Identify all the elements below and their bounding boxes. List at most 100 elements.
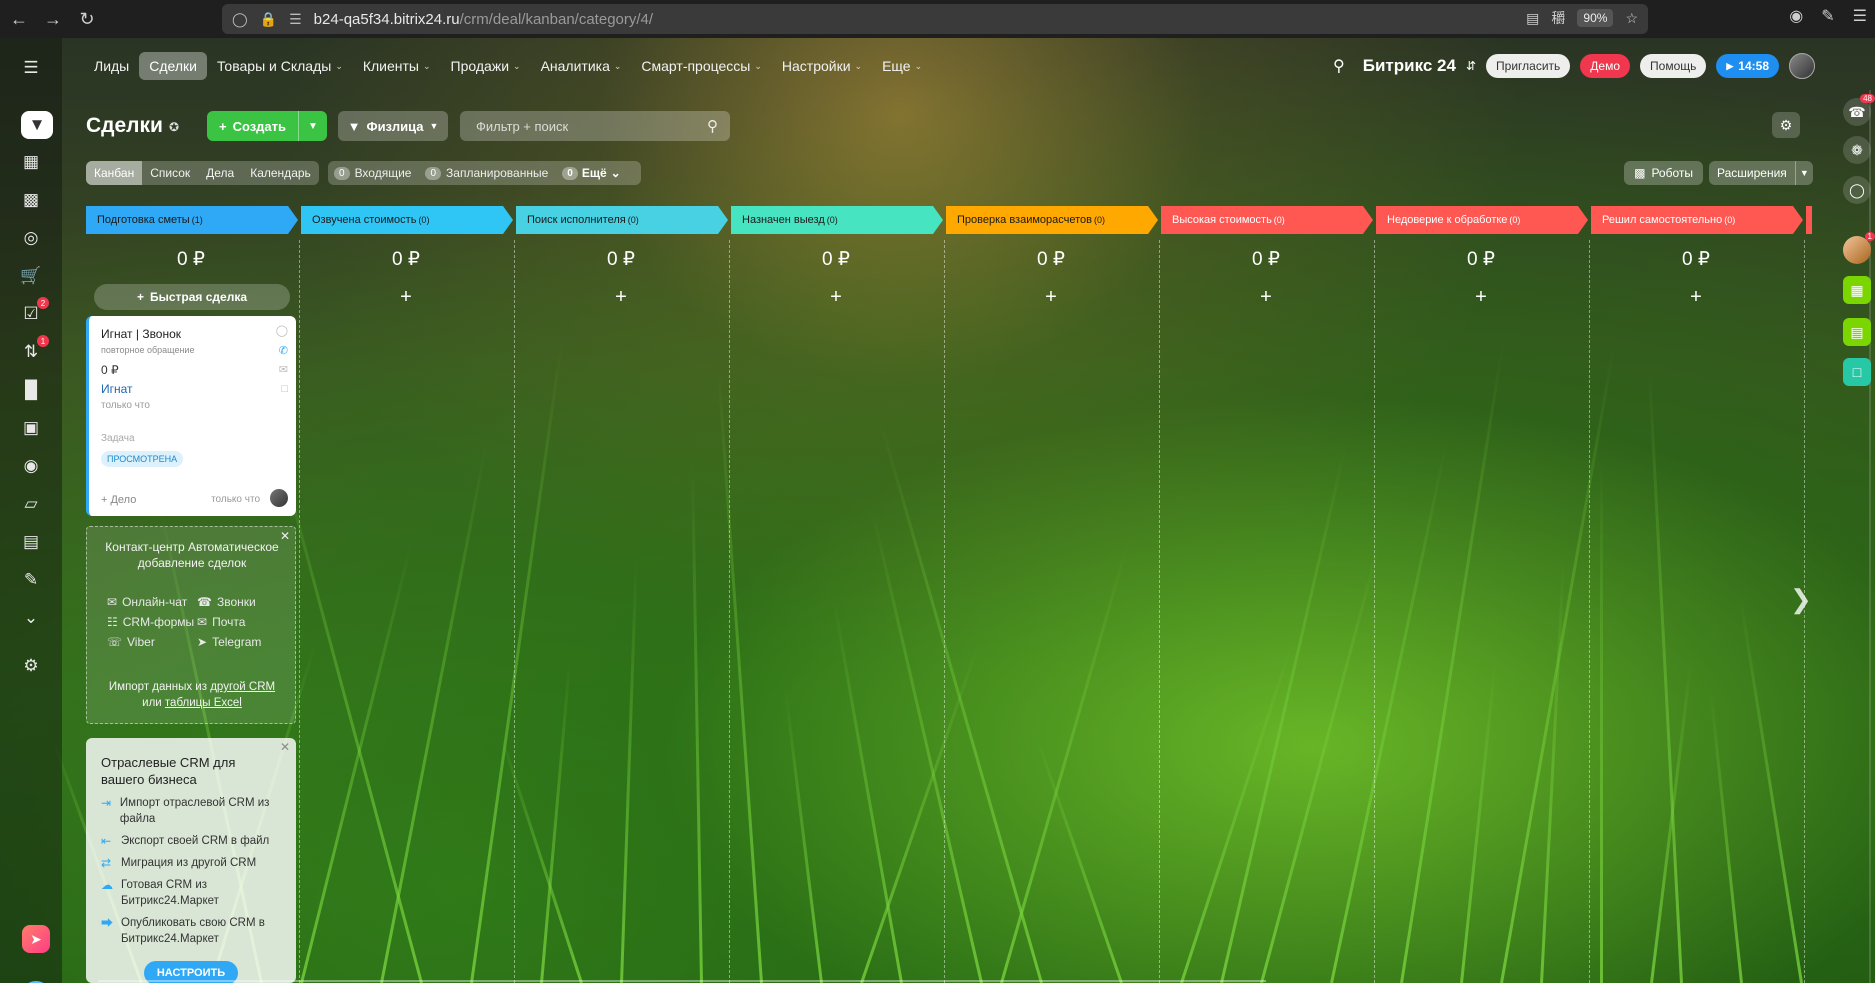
chevron-down-icon[interactable]: ▼ [1796,168,1813,178]
crm-funnel-icon[interactable]: ▼ [21,111,53,139]
contact-avatar[interactable]: 1 [1843,232,1875,264]
address-bar[interactable]: ◯ 🔒 ☰ b24-qa5f34.bitrix24.ru/crm/deal/ka… [222,4,1648,34]
processes-icon[interactable]: ⇅ 1 [19,335,49,364]
bookmark-star-icon[interactable]: ☆ [1625,10,1638,27]
channel-item[interactable]: ✉ Онлайн-чат [107,595,197,609]
view-tab[interactable]: Список [142,161,198,185]
copilot-icon[interactable]: ❁ [1843,136,1871,164]
quick-deal-button[interactable]: + Быстрая сделка [94,284,290,310]
industry-crm-item[interactable]: ☁ Готовая CRM из Битрикс24.Маркет [101,877,291,909]
bookmark-icon[interactable]: □ [1843,358,1871,386]
channel-item[interactable]: ☏ Viber [107,635,197,649]
back-icon[interactable]: ← [4,4,34,34]
stage-header[interactable]: Решил самостоятельно (0) [1591,206,1803,234]
translate-icon[interactable]: 穱 [1551,8,1565,28]
create-button-label[interactable]: + Создать [207,119,298,134]
industry-crm-item[interactable]: ⇤ Экспорт своей CRM в файл [101,833,291,849]
mail-icon[interactable]: ✉ [279,363,288,376]
add-deal-plus-icon[interactable]: + [1161,286,1371,309]
reload-icon[interactable]: ↻ [72,4,102,34]
phone-icon[interactable]: ✆ [279,344,288,357]
account-icon[interactable]: ◉ [1789,6,1803,26]
help-button[interactable]: Помощь [1640,54,1707,78]
topmenu-item[interactable]: Еще ⌄ [872,52,932,80]
topmenu-item[interactable]: Сделки [139,52,207,80]
channel-item[interactable]: ➤ Telegram [197,635,287,649]
create-dropdown-icon[interactable]: ▼ [299,121,327,132]
import-other-crm-link[interactable]: другой CRM [210,681,275,693]
add-deal-plus-icon[interactable]: + [731,286,941,309]
stage-header[interactable]: Недоверие к обработке (0) [1376,206,1588,234]
calendar-icon[interactable]: ▦ [19,150,43,174]
demo-button[interactable]: Демо [1580,54,1631,78]
category-select[interactable]: ▼ Физлица ▼ [338,111,448,141]
pin-icon[interactable]: ✪ [169,120,179,134]
create-button[interactable]: + Создать ▼ [207,111,327,141]
add-deal-plus-icon[interactable]: + [1591,286,1801,309]
topmenu-item[interactable]: Лиды [84,52,139,80]
sign-icon[interactable]: ✎ [19,568,43,592]
tasks-icon[interactable]: ☑ 2 [19,297,49,326]
open-lines-icon[interactable]: ▤ [1843,318,1871,346]
extensions-icon[interactable]: ✎ [1821,6,1834,26]
target-icon[interactable]: ◎ [19,226,43,250]
topmenu-item[interactable]: Товары и Склады ⌄ [207,52,353,80]
chevron-right-icon[interactable]: ❯ [1790,584,1812,615]
topmenu-item[interactable]: Смарт-процессы ⌄ [631,52,771,80]
deal-card[interactable]: Игнат | Звонок повторное обращение 0 ₽ И… [86,316,296,516]
chat-icon[interactable]: ◯ [1843,176,1871,204]
topmenu-item[interactable]: Аналитика ⌄ [531,52,632,80]
bell-icon[interactable]: ☎ 48 [1843,94,1875,126]
extensions-button[interactable]: Расширения ▼ [1709,161,1813,185]
horizontal-scrollbar[interactable] [98,980,1266,982]
stage-header[interactable]: Подготовка сметы (1) [86,206,298,234]
close-icon[interactable]: ✕ [280,740,290,754]
view-tab[interactable]: Дела [198,161,242,185]
bitrix24-logo[interactable]: Битрикс 24 [1363,56,1456,76]
zoom-level[interactable]: 90% [1577,9,1614,27]
channel-item[interactable]: ☷ CRM-формы [107,615,197,629]
channel-item[interactable]: ✉ Почта [197,615,287,629]
deal-title[interactable]: Игнат | Звонок [101,327,181,341]
topmenu-item[interactable]: Клиенты ⌄ [353,52,441,80]
stage-header[interactable]: Назначен выезд (0) [731,206,943,234]
filter-search-input[interactable]: Фильтр + поиск ⚲ [460,111,730,141]
profile-avatar[interactable] [1789,53,1815,79]
chat-bubble-icon[interactable]: □ [281,383,288,395]
stage-header[interactable]: Озвучена стоимость (0) [301,206,513,234]
next-stage-edge[interactable] [1806,206,1812,234]
stage-header[interactable]: Проверка взаиморасчетов (0) [946,206,1158,234]
add-deal-plus-icon[interactable]: + [516,286,726,309]
kanban-settings-gear-icon[interactable]: ⚙ [1772,112,1800,138]
import-excel-link[interactable]: таблицы Excel [165,697,242,709]
view-tab[interactable]: Календарь [242,161,319,185]
counter-item[interactable]: 0 Ещё ⌄ [562,166,621,180]
rocket-icon[interactable]: ➤ [22,925,50,953]
contact-center-icon[interactable]: ▣ [19,416,43,440]
responsible-avatar[interactable] [270,489,288,507]
invite-button[interactable]: Пригласить [1486,54,1571,78]
industry-crm-item[interactable]: ⇄ Миграция из другой CRM [101,855,291,871]
hamburger-menu-icon[interactable]: ☰ [19,56,43,80]
browser-menu-icon[interactable]: ☰ [1853,6,1867,26]
analytics-icon[interactable]: █ [19,378,43,402]
robot-icon[interactable]: ◉ [19,454,43,478]
forward-icon[interactable]: → [38,4,68,34]
counter-item[interactable]: 0 Входящие [334,166,411,180]
stage-header[interactable]: Поиск исполнителя (0) [516,206,728,234]
counter-item[interactable]: 0 Запланированные [425,166,548,180]
cart-icon[interactable]: 🛒 [19,264,43,288]
stage-header[interactable]: Высокая стоимость (0) [1161,206,1373,234]
inventory-icon[interactable]: ▩ [19,188,43,212]
deal-contact-link[interactable]: Игнат [101,382,133,396]
gear-icon[interactable]: ⚙ [19,654,43,678]
chevron-down-icon[interactable]: ⌄ [19,606,43,630]
robots-button[interactable]: ▩ Роботы [1624,161,1703,185]
industry-crm-item[interactable]: ⇥ Импорт отраслевой CRM из файла [101,795,291,827]
add-deal-plus-icon[interactable]: + [946,286,1156,309]
add-activity-link[interactable]: + Дело [101,494,136,506]
reader-icon[interactable]: ▤ [1526,10,1539,27]
document-icon[interactable]: ▤ [19,530,43,554]
topmenu-item[interactable]: Продажи ⌄ [441,52,531,80]
logo-settings-icon[interactable]: ⇵ [1466,59,1476,73]
